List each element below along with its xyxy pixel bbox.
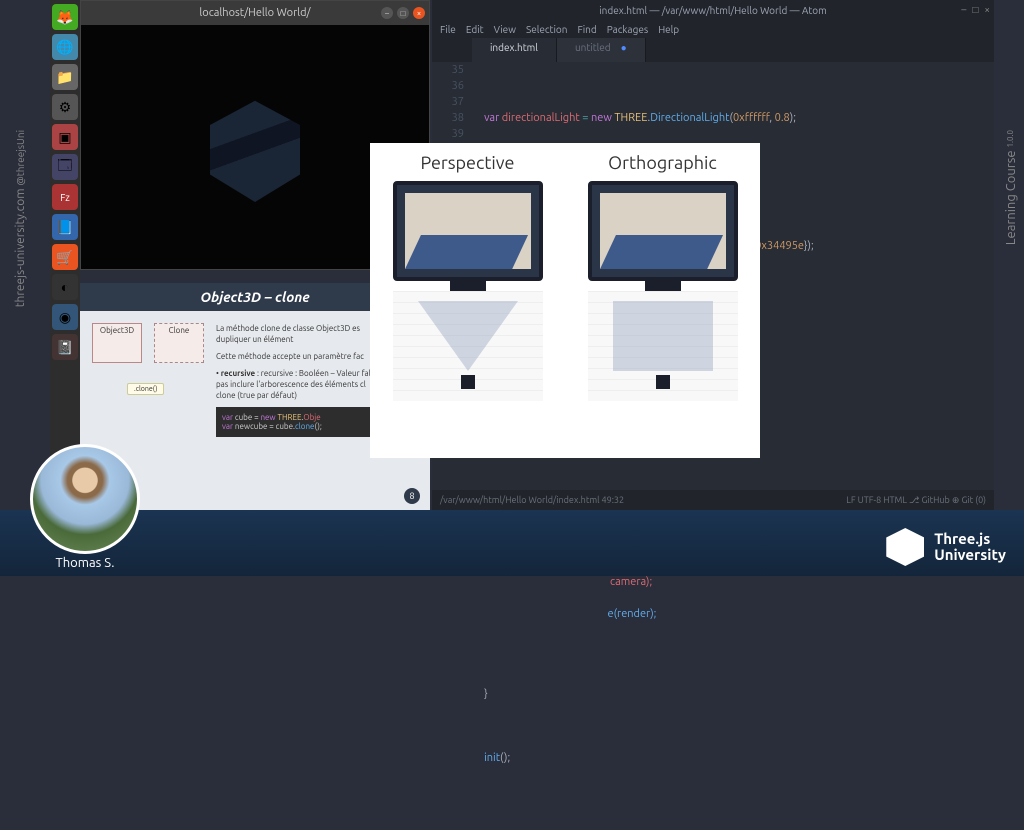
camera-comparison-overlay: Perspective Orthographic [370, 143, 760, 458]
clone-box: Clone [154, 323, 204, 363]
orthographic-frustum [588, 291, 738, 401]
unsaved-dot-icon: ● [621, 42, 627, 53]
presenter-avatar: Thomas S. [30, 444, 140, 570]
dock-files[interactable]: 📁 [52, 64, 78, 90]
avatar-photo [30, 444, 140, 554]
editor-menubar: File Edit View Selection Find Packages H… [432, 20, 994, 38]
menu-selection[interactable]: Selection [526, 24, 567, 35]
tab-untitled[interactable]: untitled● [557, 38, 646, 62]
clone-method-label: .clone() [127, 383, 164, 395]
presenter-name: Thomas S. [30, 556, 140, 570]
dock-chrome[interactable]: 🌐 [52, 34, 78, 60]
dock-software[interactable]: 🛒 [52, 244, 78, 270]
dock-firefox[interactable]: 🦊 [52, 4, 78, 30]
perspective-frustum [393, 291, 543, 401]
editor-tabs: index.html untitled● [432, 38, 994, 62]
dock-filezilla[interactable]: Fz [52, 184, 78, 210]
tab-index-html[interactable]: index.html [472, 38, 557, 62]
menu-help[interactable]: Help [658, 24, 679, 35]
orthographic-heading: Orthographic [575, 153, 750, 173]
maximize-button[interactable]: □ [397, 7, 409, 19]
dock-app5[interactable]: ◉ [52, 304, 78, 330]
object3d-box: Object3D [92, 323, 142, 363]
editor-titlebar[interactable]: index.html — /var/www/html/Hello World —… [432, 0, 994, 20]
camera-icon [461, 375, 475, 389]
editor-maximize[interactable]: □ [972, 4, 978, 16]
minimize-button[interactable]: – [381, 7, 393, 19]
perspective-heading: Perspective [380, 153, 555, 173]
status-path[interactable]: /var/www/html/Hello World/index.html 49:… [440, 495, 624, 505]
cube-render [210, 92, 300, 202]
orthographic-column: Orthographic [565, 143, 760, 458]
status-info[interactable]: LF UTF-8 HTML ⎇ GitHub ⊕ Git (0) [846, 495, 986, 506]
dock-app3[interactable]: 📘 [52, 214, 78, 240]
dock-app6[interactable]: 📓 [52, 334, 78, 360]
left-watermark: threejs-university.com @threejsUni [14, 130, 27, 307]
slide-number: 8 [404, 488, 420, 504]
browser-titlebar[interactable]: localhost/Hello World/ – □ × [81, 1, 429, 25]
footer-bar: Three.jsUniversity [0, 510, 1024, 576]
dock-app2[interactable]: 🗔 [52, 154, 78, 180]
dock-app4[interactable]: ◐ [52, 274, 78, 300]
cube-icon [886, 528, 924, 566]
menu-packages[interactable]: Packages [607, 24, 648, 35]
menu-view[interactable]: View [494, 24, 516, 35]
dock-app[interactable]: ▣ [52, 124, 78, 150]
clone-diagram: Object3D Clone .clone() [92, 323, 204, 437]
editor-minimize[interactable]: – [961, 4, 966, 16]
menu-edit[interactable]: Edit [466, 24, 484, 35]
menu-file[interactable]: File [440, 24, 456, 35]
editor-statusbar: /var/www/html/Hello World/index.html 49:… [432, 490, 994, 510]
perspective-monitor [393, 181, 543, 281]
close-button[interactable]: × [413, 7, 425, 19]
camera-icon [656, 375, 670, 389]
browser-title-text: localhost/Hello World/ [199, 7, 310, 19]
brand-logo: Three.jsUniversity [886, 528, 1006, 566]
right-watermark: Learning Course 1.0.0 [1004, 130, 1018, 245]
editor-title-text: index.html — /var/www/html/Hello World —… [599, 5, 826, 16]
dock-settings[interactable]: ⚙ [52, 94, 78, 120]
orthographic-monitor [588, 181, 738, 281]
ubuntu-dock: 🦊 🌐 📁 ⚙ ▣ 🗔 Fz 📘 🛒 ◐ ◉ 📓 [50, 0, 80, 460]
perspective-column: Perspective [370, 143, 565, 458]
editor-close[interactable]: × [984, 4, 990, 16]
menu-find[interactable]: Find [577, 24, 596, 35]
